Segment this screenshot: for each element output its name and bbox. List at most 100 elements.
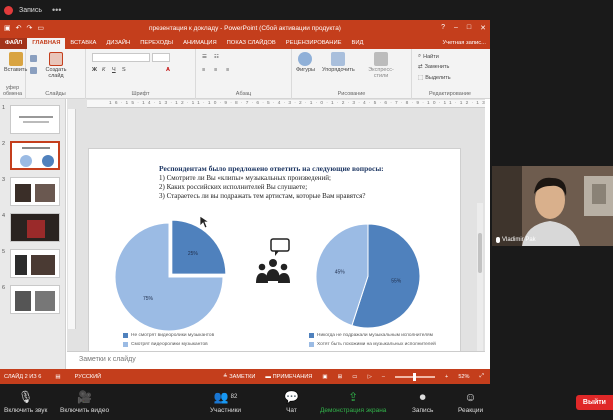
zoom-out-icon[interactable]: –	[382, 374, 385, 380]
participant-video[interactable]: Vladimir Pak	[492, 166, 613, 246]
thumbnail-preview	[10, 141, 60, 170]
zoom-control-bar: 🎙 Включить звук 🎥 Включить видео 👥 82 Уча…	[0, 384, 613, 420]
scrollbar-thumb[interactable]	[478, 233, 482, 273]
thumbnail-slide-2[interactable]: 2	[0, 139, 66, 173]
thumbnail-preview	[10, 213, 60, 242]
cursor-icon	[199, 215, 211, 229]
chat-button[interactable]: 💬 Чат	[284, 387, 299, 414]
thumbnail-slide-1[interactable]: 1	[0, 103, 66, 137]
thumbnail-slide-3[interactable]: 3	[0, 175, 66, 209]
tab-transitions[interactable]: ПЕРЕХОДЫ	[135, 38, 178, 49]
find-icon: ⌕	[418, 53, 422, 59]
slideshow-view-icon[interactable]: ▷	[368, 374, 372, 380]
paragraph-group: ☰ ☷ ≡ ≡ ≡ Абзац	[196, 49, 292, 99]
arrange-button[interactable]: Упорядочить	[322, 52, 355, 73]
arrange-icon	[331, 52, 346, 66]
copy-icon[interactable]	[30, 67, 37, 74]
font-color-button[interactable]: A	[166, 67, 170, 73]
video-button[interactable]: 🎥 Включить видео	[60, 387, 109, 414]
participants-button[interactable]: 👥 82 Участники	[210, 387, 241, 414]
tab-insert[interactable]: ВСТАВКА	[65, 38, 101, 49]
tab-design[interactable]: ДИЗАЙН	[101, 38, 135, 49]
select-button[interactable]: ⬚ Выделить	[418, 75, 451, 81]
reading-view-icon[interactable]: ▭	[352, 374, 357, 380]
notes-pane[interactable]: Заметки к слайду	[67, 351, 485, 369]
zoom-in-icon[interactable]: +	[445, 374, 448, 380]
slides-group: Создать слайд Слайды	[26, 49, 86, 99]
reactions-icon: ☺	[464, 390, 477, 404]
current-slide[interactable]: Респондентам было предложено ответить на…	[88, 148, 461, 358]
slide-question-2: 2) Каких российских исполнителей Вы слуш…	[159, 183, 308, 191]
video-feed	[492, 166, 613, 246]
reactions-button[interactable]: ☺ Реакции	[458, 387, 483, 414]
numbering-icon[interactable]: ☷	[214, 54, 219, 60]
screen: Запись ••• ▣ ↶ ↷ ▭ презентация к докладу…	[0, 0, 613, 420]
quick-styles-button[interactable]: Экспресс-стили	[366, 52, 396, 79]
thumbnail-slide-6[interactable]: 6	[0, 283, 66, 317]
comments-toggle[interactable]: ▬ ПРИМЕЧАНИЯ	[265, 374, 312, 380]
thumbnail-slide-5[interactable]: 5	[0, 247, 66, 281]
language-indicator[interactable]: РУССКИЙ	[75, 374, 102, 380]
pie-data-label: 45%	[335, 270, 346, 276]
audio-button[interactable]: 🎙 Включить звук	[4, 387, 47, 414]
pie-data-label: 55%	[391, 278, 402, 284]
tab-file[interactable]: ФАЙЛ	[0, 38, 28, 49]
shadow-button[interactable]: S	[122, 67, 126, 73]
normal-view-icon[interactable]: ▣	[322, 374, 327, 380]
find-button[interactable]: ⌕ Найти	[418, 53, 439, 60]
zoom-level[interactable]: 52%	[458, 374, 469, 380]
slide-counter: СЛАЙД 2 ИЗ 6	[4, 373, 42, 380]
legend-swatch	[309, 342, 314, 347]
horizontal-ruler: 16·15·14·13·12·11·10·9·8·7·6·5·4·3·2·1·0…	[87, 100, 485, 108]
align-center-icon[interactable]: ≡	[214, 67, 217, 73]
more-icon[interactable]: •••	[52, 5, 61, 15]
cut-icon[interactable]	[30, 55, 37, 62]
replace-icon: ⇄	[418, 64, 423, 70]
tab-slideshow[interactable]: ПОКАЗ СЛАЙДОВ	[222, 38, 281, 49]
user-account[interactable]: Учетная запис...	[438, 38, 490, 49]
spellcheck-icon[interactable]: ▤	[55, 374, 60, 380]
pie-chart-imitation: 55% 45%	[315, 223, 421, 329]
exit-button[interactable]: Выйти	[575, 395, 613, 410]
sorter-view-icon[interactable]: ⊞	[338, 374, 343, 380]
tab-animation[interactable]: АНИМАЦИЯ	[178, 38, 222, 49]
record-button[interactable]: ⏺ Запись	[412, 387, 433, 415]
help-icon[interactable]: ?	[441, 24, 445, 32]
fit-slide-icon[interactable]: ⤢	[480, 373, 484, 380]
close-icon[interactable]: ✕	[480, 24, 486, 32]
align-left-icon[interactable]: ≡	[202, 67, 205, 73]
new-slide-button[interactable]: Создать слайд	[44, 52, 68, 79]
pie-chart-clips: 25% 75%	[114, 219, 227, 332]
slide-question-1: 1) Смотрите ли Вы «клипы» музыкальных пр…	[159, 174, 331, 182]
thumbnail-preview	[10, 105, 60, 134]
bullets-icon[interactable]: ☰	[202, 54, 207, 60]
bold-button[interactable]: Ж	[92, 67, 97, 73]
maximize-icon[interactable]: □	[467, 24, 471, 32]
italic-button[interactable]: К	[102, 67, 105, 73]
legend-item: Смотрят видеоролики музыкантов	[123, 342, 208, 347]
legend-swatch	[309, 333, 314, 338]
align-right-icon[interactable]: ≡	[226, 67, 229, 73]
quick-styles-icon	[374, 52, 388, 66]
paste-button[interactable]: Вставить	[4, 52, 27, 73]
font-size-select[interactable]	[152, 53, 170, 62]
tab-home[interactable]: ГЛАВНАЯ	[27, 38, 66, 49]
font-group: Ж К Ч S A Шрифт	[86, 49, 196, 99]
clipboard-group: Вставить уфер обмена	[0, 49, 27, 99]
chat-icon: 💬	[284, 390, 299, 404]
pie-data-label: 75%	[143, 296, 154, 302]
minimize-icon[interactable]: –	[454, 24, 458, 32]
underline-button[interactable]: Ч	[112, 67, 116, 73]
ribbon: Вставить уфер обмена Создать слайд Слайд…	[0, 49, 490, 99]
share-screen-button[interactable]: ⇪ Демонстрация экрана	[320, 387, 386, 414]
notes-toggle[interactable]: ≜ ЗАМЕТКИ	[223, 374, 255, 380]
font-name-select[interactable]	[92, 53, 150, 62]
tab-review[interactable]: РЕЦЕНЗИРОВАНИЕ	[281, 38, 347, 49]
replace-button[interactable]: ⇄ Заменить	[418, 64, 449, 70]
thumbnail-slide-4[interactable]: 4	[0, 211, 66, 245]
tab-view[interactable]: ВИД	[347, 38, 369, 49]
shapes-button[interactable]: Фигуры	[296, 52, 315, 73]
legend-swatch	[123, 333, 128, 338]
zoom-slider[interactable]	[395, 372, 436, 381]
shapes-icon	[298, 52, 313, 66]
